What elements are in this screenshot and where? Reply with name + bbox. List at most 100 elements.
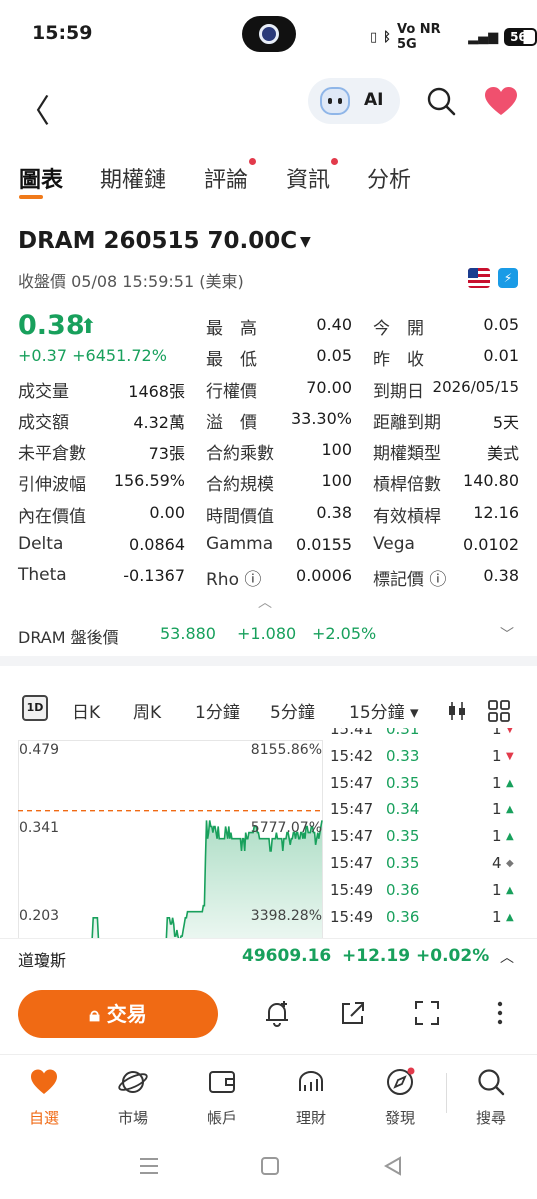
stat-label: 到期日	[373, 382, 424, 402]
system-navigation-bar	[140, 1156, 401, 1176]
more-vertical-icon[interactable]	[485, 998, 515, 1028]
stat-label: Theta	[18, 565, 67, 585]
tick-price: 0.35	[386, 773, 420, 792]
stat-label: 內在價值	[18, 507, 86, 527]
back-icon[interactable]: 〈	[18, 86, 50, 132]
arrow-up-icon: ⬆	[80, 314, 97, 338]
stat-label: 成交額	[18, 413, 69, 433]
candlestick-icon[interactable]	[446, 700, 468, 722]
stat-label: Vega	[373, 534, 415, 554]
home-icon[interactable]	[261, 1157, 279, 1175]
tick-price: 0.35	[386, 827, 420, 846]
system-back-icon[interactable]	[383, 1156, 401, 1176]
tick-qty: 1	[492, 800, 502, 819]
lock-icon: 🔒︎	[89, 1002, 107, 1026]
tick-price: 0.34	[386, 800, 420, 819]
stat-value: 0.0155	[296, 535, 352, 554]
period-15min-button[interactable]: 15分鐘 ▾	[349, 698, 419, 723]
after-hours-price: 53.880	[160, 624, 216, 643]
search-icon[interactable]	[426, 86, 456, 116]
price-alert-bell-icon[interactable]	[262, 998, 292, 1028]
tab-comments[interactable]: 評論	[204, 158, 257, 194]
stat-label[interactable]: Rho ⓘ	[206, 565, 261, 590]
tick-price: 0.36	[386, 907, 420, 926]
time-and-sales-list[interactable]: 15:41 0.31 1 ▼ 15:42 0.33 1 ▼ 15:47 0.35 1 ▲ 15:47 0.…	[330, 728, 530, 940]
tab-option-chain[interactable]: 期權鏈	[100, 162, 166, 194]
after-hours-pct: +2.05%	[312, 624, 377, 643]
unread-dot	[249, 158, 257, 165]
stat-label: 距離到期	[373, 413, 441, 433]
after-hours-row[interactable]: DRAM 盤後價 53.880 +1.080 +2.05% ﹀	[0, 618, 537, 654]
stat-value: 100	[321, 440, 352, 459]
tick-up-icon: ▲	[506, 777, 514, 789]
stat-label: 未平倉數	[18, 444, 86, 464]
robot-icon	[320, 87, 350, 115]
share-icon[interactable]	[338, 998, 368, 1028]
heart-icon	[31, 1069, 57, 1094]
stat-label[interactable]: 標記價 ⓘ	[373, 565, 446, 590]
stat-value: 33.30%	[290, 409, 352, 428]
nav-market[interactable]: 市場	[98, 1067, 168, 1128]
nav-search[interactable]: 搜尋	[456, 1067, 526, 1128]
nav-divider	[446, 1073, 447, 1113]
stat-label: Delta	[18, 534, 64, 554]
tick-down-icon: ▼	[506, 728, 514, 735]
tab-chart[interactable]: 圖表	[19, 162, 63, 194]
stat-value: 70.00	[306, 378, 352, 397]
stat-label: 昨 收	[373, 350, 424, 370]
index-value: 49609.16	[242, 946, 332, 966]
intraday-area-chart[interactable]: 0.479 0.341 0.203 8155.86% 5777.07% 3398…	[18, 740, 323, 938]
chevron-up-icon[interactable]: ︿	[500, 947, 514, 967]
stat-value: 73張	[148, 444, 185, 463]
tab-news[interactable]: 資訊	[286, 158, 339, 194]
ai-assistant-button[interactable]: AI	[308, 78, 400, 124]
level2-badge-icon[interactable]: ⚡	[498, 268, 518, 288]
tick-time: 15:49	[330, 880, 374, 899]
tick-time: 15:47	[330, 800, 374, 819]
fullscreen-icon[interactable]	[412, 998, 442, 1028]
index-ticker-bar[interactable]: 道瓊斯 49609.16 +12.19 +0.02% ︿	[0, 938, 537, 974]
stat-label: 合約規模	[206, 475, 274, 495]
stat-label: 有效槓桿	[373, 507, 441, 527]
stat-value: 0.38	[316, 503, 352, 522]
stat-value: 0.00	[149, 503, 185, 522]
period-1min-button[interactable]: 1分鐘	[195, 698, 240, 723]
status-bar: 15:59 ▯ ᛒ Vo NR 5G ▂▄▆ 56	[0, 0, 537, 70]
tick-time: 15:41	[330, 728, 374, 738]
trade-button[interactable]: 🔒︎ 交易	[18, 990, 218, 1038]
piggy-icon	[299, 1071, 323, 1091]
stat-label: 引伸波幅	[18, 475, 86, 495]
nav-discover[interactable]: 發現	[365, 1067, 435, 1128]
stat-value: 2026/05/15	[432, 378, 519, 396]
favorite-heart-icon[interactable]	[484, 86, 518, 116]
tick-up-icon: ▲	[506, 804, 514, 816]
tab-analysis[interactable]: 分析	[367, 162, 411, 194]
tick-qty: 1	[492, 746, 502, 765]
index-name: 道瓊斯	[18, 951, 67, 970]
contract-title[interactable]: DRAM 260515 70.00C	[18, 228, 297, 254]
period-week-button[interactable]: 周K	[133, 698, 161, 723]
nav-account[interactable]: 帳戶	[187, 1067, 257, 1128]
stat-value: 1468張	[128, 382, 185, 401]
tick-qty: 1	[492, 907, 502, 926]
stat-value: -0.1367	[123, 566, 185, 585]
chevron-up-icon[interactable]: ︿	[258, 592, 272, 612]
period-day-button[interactable]: 日K	[72, 698, 100, 723]
tick-price: 0.36	[386, 880, 420, 899]
pct-tick-label: 3398.28%	[251, 908, 322, 924]
stat-value: 0.0006	[296, 566, 352, 585]
ai-label: AI	[364, 90, 384, 110]
tick-qty: 1	[492, 728, 502, 738]
recent-apps-icon[interactable]	[140, 1158, 158, 1174]
period-5min-button[interactable]: 5分鐘	[270, 698, 315, 723]
caret-down-icon[interactable]: ▼	[300, 234, 311, 250]
nav-watchlist[interactable]: 自選	[9, 1067, 79, 1128]
wallet-icon	[209, 1071, 235, 1093]
signal-icon: ▂▄▆	[468, 29, 499, 45]
chevron-down-icon[interactable]: ﹀	[500, 624, 514, 644]
layout-grid-icon[interactable]	[487, 699, 511, 723]
tick-neutral-icon: ◆	[506, 858, 514, 869]
nav-wealth[interactable]: 理財	[276, 1067, 346, 1128]
period-1d-button[interactable]: 1D	[22, 695, 48, 721]
stat-label: 槓桿倍數	[373, 475, 441, 495]
